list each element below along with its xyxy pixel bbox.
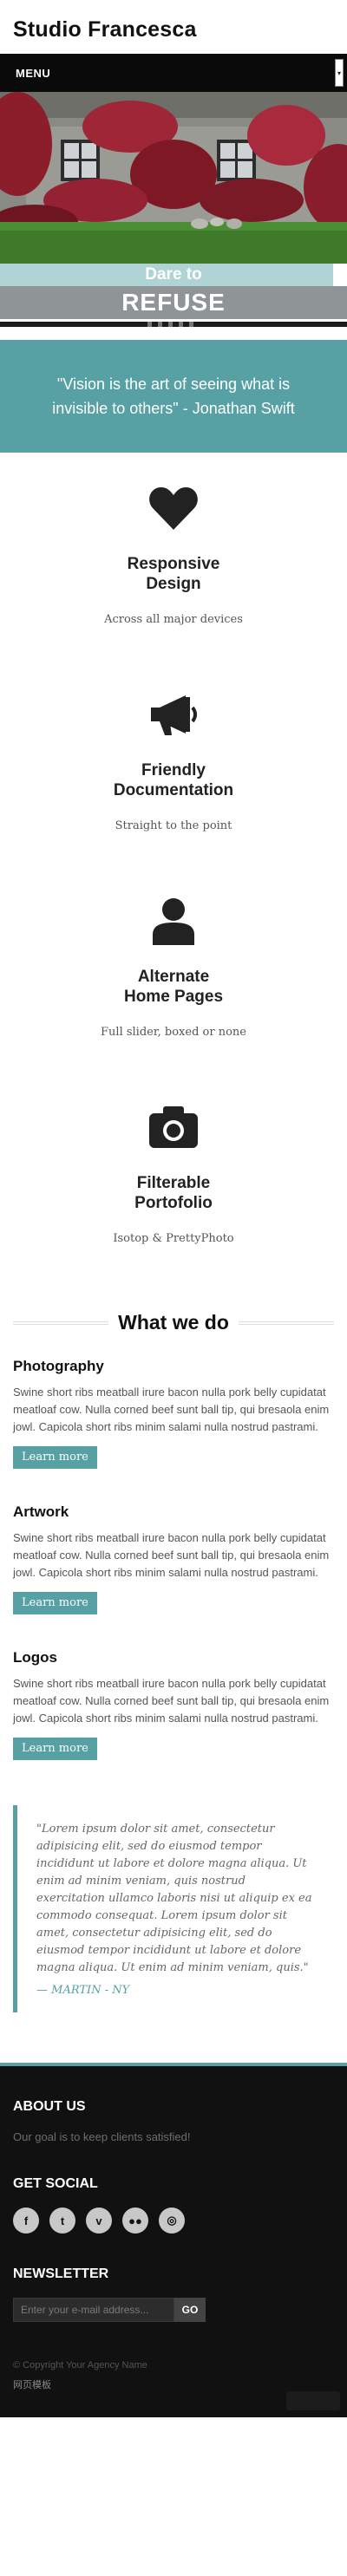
watermark-logo	[286, 2391, 340, 2410]
feature-subtitle: Straight to the point	[115, 819, 232, 832]
about-text: Our goal is to keep clients satisfied!	[13, 2130, 191, 2143]
newsletter-form: Enter your e-mail address... GO	[13, 2298, 334, 2322]
slider-dot[interactable]	[168, 322, 173, 327]
slider-dot[interactable]	[158, 322, 162, 327]
feature-title: Alternate Home Pages	[123, 968, 224, 1006]
service-title: Photography	[13, 1358, 104, 1374]
menu-bar[interactable]: MENU ▾	[0, 54, 347, 92]
quote-text: "Vision is the art of seeing what is inv…	[52, 375, 295, 417]
learn-more-button[interactable]: Learn more	[13, 1738, 97, 1760]
service-title: Artwork	[13, 1503, 69, 1520]
site-footer: ABOUT US Our goal is to keep clients sat…	[0, 2063, 347, 2417]
feature-title: Friendly Documentation	[113, 761, 234, 799]
slider-dot[interactable]	[147, 322, 152, 327]
heart-icon	[149, 487, 198, 530]
newsletter-email-input[interactable]: Enter your e-mail address...	[13, 2298, 174, 2322]
chevron-down-icon[interactable]: ▾	[335, 59, 344, 87]
slider-dot[interactable]	[179, 322, 183, 327]
newsletter-title: NEWSLETTER	[13, 2266, 109, 2281]
service-photography: Photography Swine short ribs meatball ir…	[0, 1358, 347, 1469]
service-text: Swine short ribs meatball irure bacon nu…	[13, 1531, 330, 1579]
social-title: GET SOCIAL	[13, 2176, 98, 2191]
section-title: What we do	[0, 1311, 347, 1334]
hero-tagline-big: REFUSE	[0, 286, 347, 319]
menu-label[interactable]: MENU	[16, 67, 50, 80]
service-artwork: Artwork Swine short ribs meatball irure …	[0, 1503, 347, 1614]
section-heading: What we do	[0, 1297, 347, 1349]
feature-title: Responsive Design	[127, 555, 220, 593]
feature-documentation: Friendly Documentation Straight to the p…	[0, 688, 347, 832]
feature-home-pages: Alternate Home Pages Full slider, boxed …	[0, 895, 347, 1039]
quote-band: "Vision is the art of seeing what is inv…	[0, 340, 347, 453]
feature-responsive: Responsive Design Across all major devic…	[0, 482, 347, 626]
about-title: ABOUT US	[13, 2099, 86, 2114]
hero-image	[0, 92, 347, 265]
social-links: f t v ●● ◎	[13, 2208, 334, 2234]
service-text: Swine short ribs meatball irure bacon nu…	[13, 1677, 330, 1725]
user-icon	[153, 898, 194, 945]
hero-slider: Dare to REFUSE	[0, 92, 347, 340]
slider-dot[interactable]	[189, 322, 193, 327]
hero-tagline-small: Dare to	[0, 264, 347, 286]
copyright-text: © Copyright Your Agency Name	[13, 2360, 147, 2371]
camera-icon	[149, 1106, 198, 1148]
site-header: Studio Francesca	[0, 0, 347, 54]
feature-portfolio: Filterable Portofolio Isotop & PrettyPho…	[0, 1101, 347, 1245]
vimeo-icon[interactable]: v	[86, 2208, 112, 2234]
dribbble-icon[interactable]: ◎	[159, 2208, 185, 2234]
learn-more-button[interactable]: Learn more	[13, 1446, 97, 1469]
newsletter-go-button[interactable]: GO	[174, 2298, 206, 2322]
feature-subtitle: Full slider, boxed or none	[101, 1026, 246, 1039]
testimonial: "Lorem ipsum dolor sit amet, consectetur…	[13, 1805, 334, 2012]
feature-subtitle: Across all major devices	[104, 613, 243, 626]
testimonial-author: — MARTIN - NY	[36, 1984, 130, 1997]
testimonial-text: "Lorem ipsum dolor sit amet, consectetur…	[36, 1823, 312, 1974]
slider-pagination	[0, 319, 347, 340]
learn-more-button[interactable]: Learn more	[13, 1592, 97, 1614]
footer-note: 网页模板	[13, 2380, 51, 2390]
flickr-icon[interactable]: ●●	[122, 2208, 148, 2234]
service-logos: Logos Swine short ribs meatball irure ba…	[0, 1649, 347, 1760]
facebook-icon[interactable]: f	[13, 2208, 39, 2234]
feature-subtitle: Isotop & PrettyPhoto	[113, 1232, 234, 1245]
twitter-icon[interactable]: t	[49, 2208, 75, 2234]
service-text: Swine short ribs meatball irure bacon nu…	[13, 1386, 330, 1433]
hero-tag-notch	[333, 264, 347, 286]
feature-title: Filterable Portofolio	[134, 1174, 213, 1212]
megaphone-icon	[151, 695, 197, 735]
service-title: Logos	[13, 1649, 57, 1666]
brand-title[interactable]: Studio Francesca	[13, 17, 334, 42]
